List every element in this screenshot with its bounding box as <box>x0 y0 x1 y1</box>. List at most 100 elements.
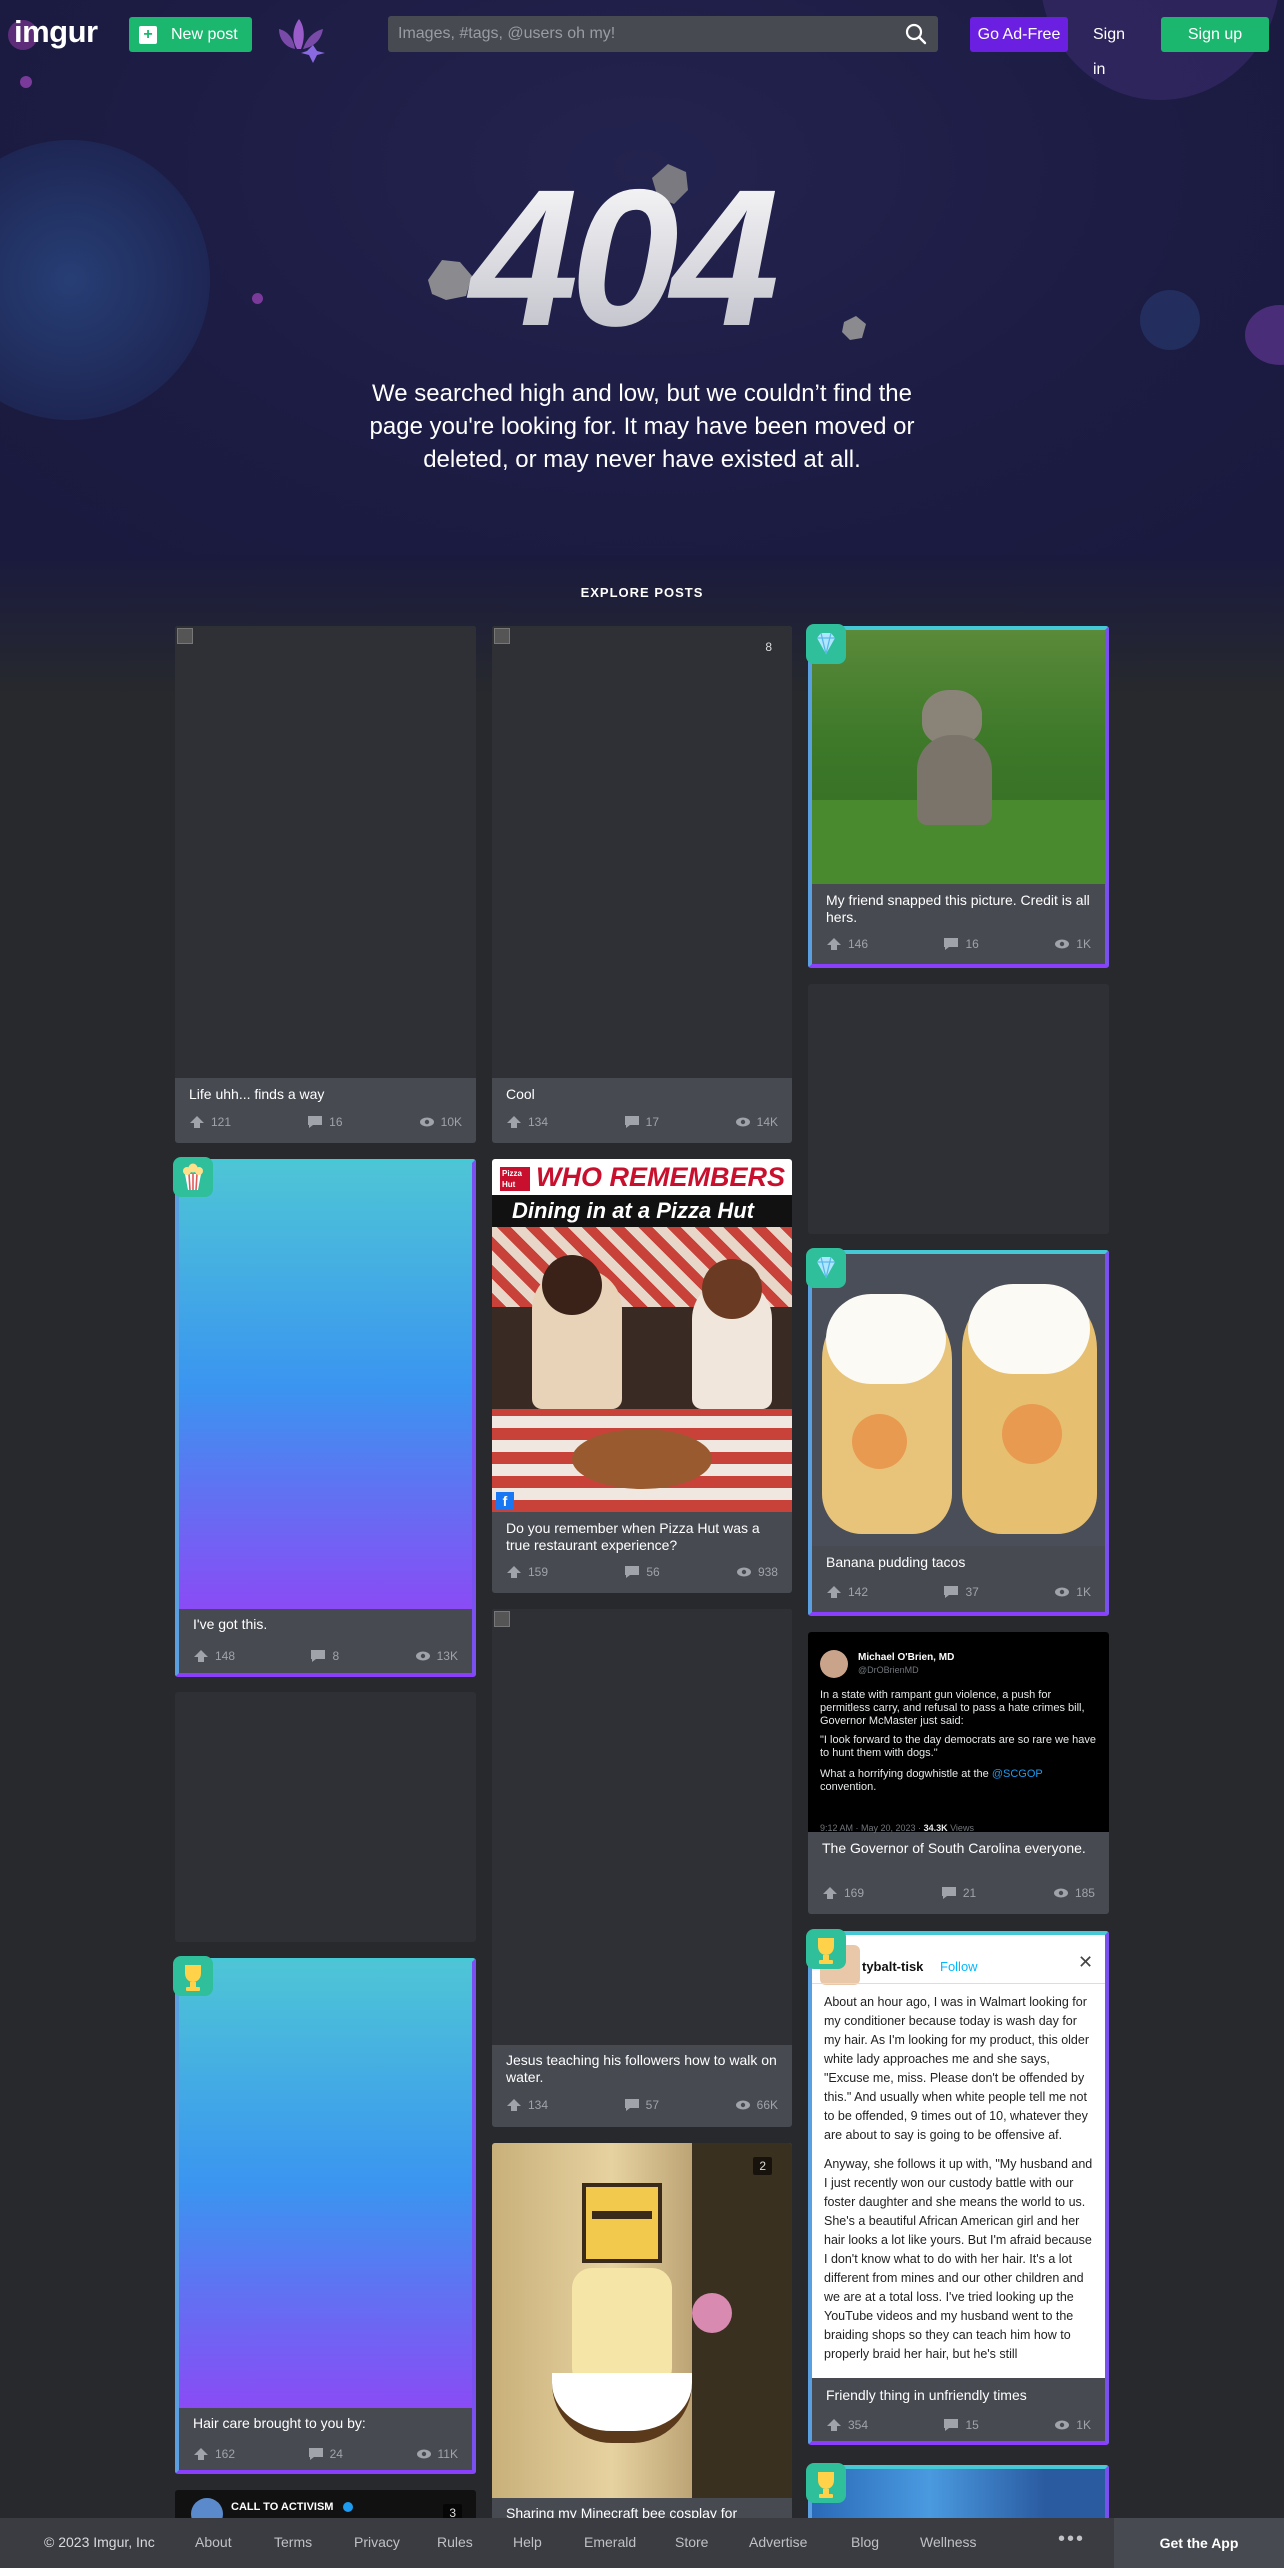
post-title: My friend snapped this picture. Credit i… <box>826 892 1090 925</box>
comment-icon <box>624 2099 639 2111</box>
views-icon <box>735 1117 750 1127</box>
footer-link-store[interactable]: Store <box>675 2534 708 2550</box>
post-card-promoted[interactable]: My friend snapped this picture. Credit i… <box>808 626 1109 968</box>
image-caption-bottom: Dining in at a Pizza Hut <box>512 1198 755 1223</box>
image-count-badge: 2 <box>753 2157 772 2175</box>
footer-link-advertise[interactable]: Advertise <box>749 2534 807 2550</box>
footer-link-blog[interactable]: Blog <box>851 2534 879 2550</box>
error-code: 404 <box>466 150 777 350</box>
search-icon[interactable] <box>904 22 928 46</box>
new-post-label: New post <box>171 25 238 43</box>
post-stats: 134 17 14K <box>506 1114 778 1130</box>
tweet-handle: @DrOBrienMD <box>858 1665 919 1675</box>
views-icon <box>1055 1587 1070 1597</box>
footer-link-wellness[interactable]: Wellness <box>920 2534 977 2550</box>
upvote-icon <box>190 1116 204 1128</box>
upvote-icon <box>823 1887 837 1899</box>
footer-bar: © 2023 Imgur, Inc About Terms Privacy Ru… <box>0 2518 1284 2568</box>
comment-icon <box>944 938 959 950</box>
post-card[interactable]: Michael O'Brien, MD @DrOBrienMD In a sta… <box>808 1632 1109 1914</box>
post-stats: 146 16 1K <box>826 936 1091 952</box>
views-icon <box>1055 939 1070 949</box>
post-title: Cool <box>506 1086 535 1102</box>
post-title: Banana pudding tacos <box>826 1554 966 1570</box>
post-card-promoted[interactable] <box>808 2465 1109 2525</box>
trophy-badge-icon <box>806 2463 846 2503</box>
avatar <box>820 1650 848 1678</box>
diamond-badge-icon <box>806 624 846 664</box>
comment-icon <box>624 1116 639 1128</box>
tweet-author: Michael O'Brien, MD <box>858 1652 955 1663</box>
facebook-icon: f <box>496 1492 514 1510</box>
footer-link-about[interactable]: About <box>195 2534 232 2550</box>
post-card-loading[interactable] <box>808 984 1109 1234</box>
tweet-text: In a state with rampant gun violence, a … <box>820 1689 1085 1727</box>
footer-link-terms[interactable]: Terms <box>274 2534 312 2550</box>
post-stats: 148 8 13K <box>193 1648 458 1664</box>
image-caption-top: WHO REMEMBERS <box>536 1162 785 1192</box>
broken-image-icon <box>494 628 510 644</box>
post-card-promoted[interactable]: Banana pudding tacos 142 37 1K <box>808 1250 1109 1616</box>
search-bar[interactable] <box>388 16 938 52</box>
post-card-promoted[interactable]: tybalt-tisk Follow ✕ About an hour ago, … <box>808 1931 1109 2445</box>
verified-icon <box>343 2502 353 2512</box>
post-card[interactable]: 8 Cool 134 17 14K <box>492 626 792 1143</box>
post-title: Hair care brought to you by: <box>193 2415 366 2431</box>
post-card[interactable]: 2 Sharing my Minecraft bee cosplay for <box>492 2143 792 2523</box>
top-header: imgur + New post Go Ad-Free Sign in Sign… <box>0 0 1284 78</box>
upvote-icon <box>507 2099 521 2111</box>
broken-image-icon <box>494 1611 510 1627</box>
post-title: Life uhh... finds a way <box>189 1086 325 1102</box>
views-icon <box>419 1117 434 1127</box>
new-post-button[interactable]: + New post <box>129 17 252 52</box>
post-stats: 142 37 1K <box>826 1584 1091 1600</box>
tumblr-screenshot: tybalt-tisk Follow ✕ About an hour ago, … <box>812 1935 1105 2378</box>
get-the-app-button[interactable]: Get the App <box>1114 2518 1284 2568</box>
sign-in-link[interactable]: Sign in <box>1093 17 1139 78</box>
pizza-hut-logo: Pizza Hut <box>500 1167 530 1191</box>
imgur-logo[interactable]: imgur <box>14 14 98 50</box>
post-stats: 121 16 10K <box>189 1114 462 1130</box>
trophy-badge-icon <box>173 1956 213 1996</box>
post-stats: 169 21 185 <box>822 1885 1095 1901</box>
go-ad-free-button[interactable]: Go Ad-Free <box>970 17 1068 52</box>
follow-link: Follow <box>940 1959 978 1974</box>
post-title: CALL TO ACTIVISM <box>231 2501 334 2513</box>
post-stats: 134 57 66K <box>506 2097 778 2113</box>
note-username: tybalt-tisk <box>862 1959 924 1974</box>
error-404-graphic: 404 <box>428 150 866 350</box>
footer-link-rules[interactable]: Rules <box>437 2534 473 2550</box>
post-card-loading[interactable] <box>175 1692 476 1942</box>
post-title: Do you remember when Pizza Hut was a tru… <box>506 1520 760 1553</box>
views-icon <box>736 1567 751 1577</box>
bee-mask <box>582 2183 662 2263</box>
comment-icon <box>625 1566 640 1578</box>
footer-link-privacy[interactable]: Privacy <box>354 2534 400 2550</box>
diamond-badge-icon <box>806 1248 846 1288</box>
more-options-icon[interactable]: ••• <box>1058 2529 1085 2549</box>
upvote-icon <box>827 1586 841 1598</box>
footer-link-help[interactable]: Help <box>513 2534 542 2550</box>
post-stats: 354 15 1K <box>826 2417 1091 2433</box>
copyright-text: © 2023 Imgur, Inc <box>44 2534 155 2550</box>
post-card-promoted[interactable]: Hair care brought to you by: 162 24 11K <box>175 1958 476 2474</box>
post-card-promoted[interactable]: I've got this. 148 8 13K <box>175 1159 476 1677</box>
post-stats: 159 56 938 <box>506 1564 778 1580</box>
comment-icon <box>944 2419 959 2431</box>
comment-icon <box>944 1586 959 1598</box>
views-icon <box>1055 2420 1070 2430</box>
post-card[interactable]: Life uhh... finds a way 121 16 10K <box>175 626 476 1143</box>
explore-posts-heading: EXPLORE POSTS <box>580 585 704 600</box>
sign-up-button[interactable]: Sign up <box>1161 17 1269 52</box>
comment-icon <box>941 1887 956 1899</box>
search-input[interactable] <box>388 16 888 52</box>
broken-image-icon <box>177 628 193 644</box>
footer-link-emerald[interactable]: Emerald <box>584 2534 636 2550</box>
emerald-lotus-icon[interactable] <box>273 17 328 65</box>
post-card[interactable]: Jesus teaching his followers how to walk… <box>492 1609 792 2127</box>
post-card[interactable]: Pizza Hut WHO REMEMBERS Dining in at a P… <box>492 1159 792 1593</box>
tweet-closing: What a horrifying dogwhistle at the @SCG… <box>820 1768 1043 1793</box>
upvote-icon <box>194 2448 208 2460</box>
comment-icon <box>308 2448 323 2460</box>
plus-icon: + <box>139 25 157 44</box>
